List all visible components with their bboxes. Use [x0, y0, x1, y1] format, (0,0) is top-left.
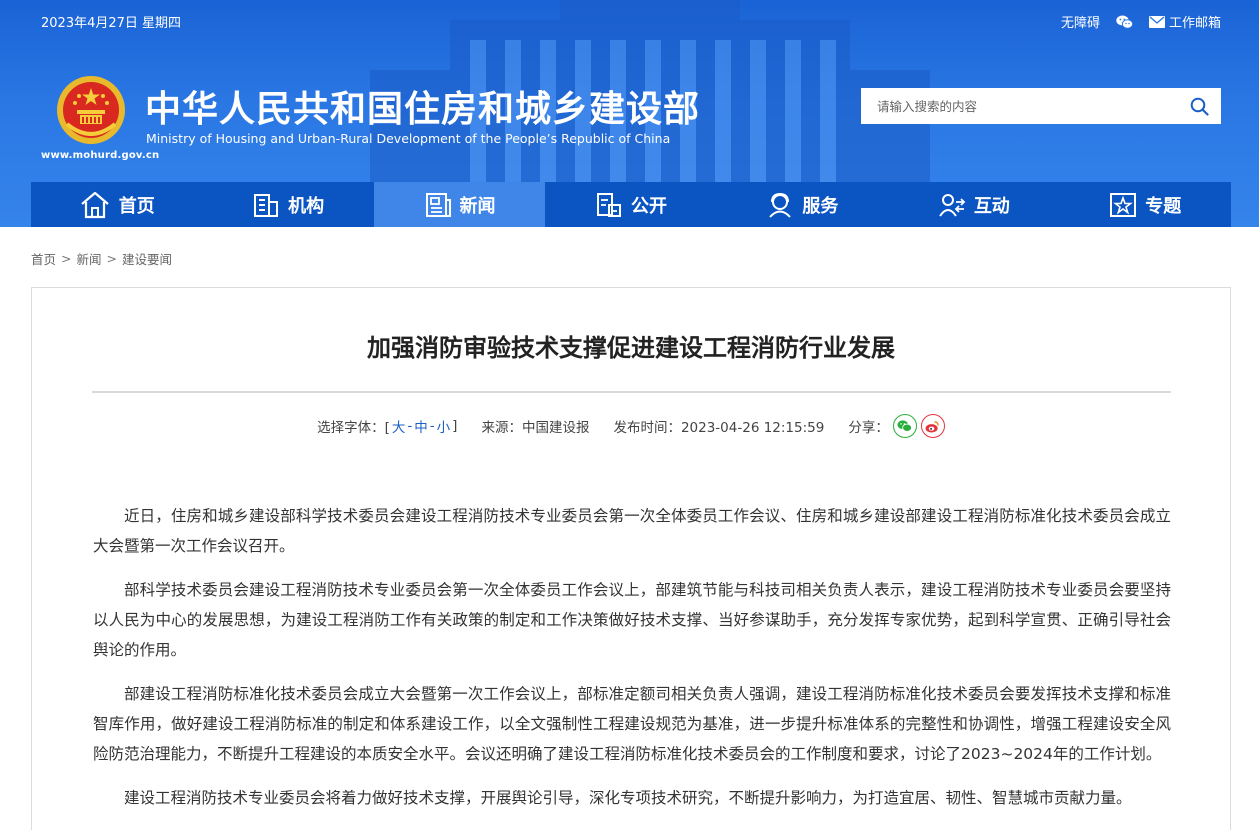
work-mail-label: 工作邮箱 — [1168, 16, 1221, 31]
mail-icon — [1148, 15, 1165, 28]
site-subtitle: Ministry of Housing and Urban-Rural Deve… — [146, 131, 671, 146]
nav-item-service[interactable]: 服务 — [717, 182, 888, 227]
top-links: 无障碍 工作邮箱 — [1045, 12, 1221, 31]
accessibility-label: 无障碍 — [1060, 16, 1100, 31]
wechat-icon — [1116, 15, 1133, 29]
site-url: www.mohurd.gov.cn — [41, 150, 160, 161]
nav-label: 服务 — [802, 195, 839, 217]
font-size-large[interactable]: 大 — [392, 416, 406, 436]
font-size-dash: - — [429, 418, 435, 434]
font-size-dash: - — [407, 418, 413, 434]
breadcrumb-separator: > — [106, 251, 117, 266]
news-icon — [425, 192, 451, 217]
article-meta: 选择字体：[ 大 - 中 - 小 ] 来源：中国建设报 发布时间：2023-04… — [32, 414, 1230, 438]
nav-item-home[interactable]: 首页 — [31, 182, 202, 227]
article-source: 来源：中国建设报 — [481, 420, 590, 436]
national-emblem-logo[interactable] — [55, 74, 127, 146]
breadcrumb-news[interactable]: 新闻 — [77, 249, 102, 268]
weibo-icon — [925, 420, 940, 433]
article-container: 加强消防审验技术支撑促进建设工程消防行业发展 选择字体：[ 大 - 中 - 小 … — [31, 287, 1231, 830]
nav-label: 首页 — [118, 195, 155, 217]
font-size-selector: 选择字体：[ 大 - 中 - 小 ] — [317, 416, 457, 436]
site-title[interactable]: 中华人民共和国住房和城乡建设部 — [145, 80, 700, 132]
title-divider — [92, 391, 1171, 393]
share-group: 分享： — [848, 414, 945, 438]
breadcrumb-separator: > — [61, 251, 72, 266]
building-icon — [254, 193, 279, 217]
article-paragraph: 建设工程消防技术专业委员会将着力做好技术支撑，开展舆论引导，深化专项技术研究，不… — [124, 789, 1132, 807]
font-size-close: ] — [452, 418, 458, 434]
search-icon — [1190, 97, 1209, 116]
interact-icon — [938, 193, 966, 217]
article-paragraph: 部建设工程消防标准化技术委员会成立大会暨第一次工作会议上，部标准定额司相关负责人… — [93, 685, 1171, 763]
nav-label: 公开 — [630, 195, 667, 217]
nav-label: 专题 — [1145, 195, 1182, 217]
accessibility-link[interactable]: 无障碍 — [1061, 12, 1100, 31]
nav-item-disclosure[interactable]: 公开 — [545, 182, 716, 227]
disclosure-icon — [596, 192, 621, 217]
nav-item-topics[interactable]: 专题 — [1060, 182, 1231, 227]
work-mail-link[interactable]: 工作邮箱 — [1148, 12, 1221, 31]
nav-label: 新闻 — [459, 195, 496, 217]
nav-item-news[interactable]: 新闻 — [373, 182, 546, 227]
breadcrumb-construction-news[interactable]: 建设要闻 — [122, 249, 172, 268]
publish-time: 发布时间：2023-04-26 12:15:59 — [613, 420, 825, 436]
share-label: 分享： — [848, 420, 889, 436]
font-size-label: 选择字体：[ — [317, 420, 390, 436]
main-nav: 首页 机构 新闻 公开 服务 互动 专题 — [31, 182, 1231, 227]
breadcrumb: 首页 > 新闻 > 建设要闻 — [31, 249, 172, 268]
service-icon — [769, 192, 792, 218]
current-date: 2023年4月27日 星期四 — [41, 16, 182, 31]
breadcrumb-home[interactable]: 首页 — [31, 249, 56, 268]
font-size-small[interactable]: 小 — [437, 416, 451, 436]
article-title: 加强消防审验技术支撑促进建设工程消防行业发展 — [367, 334, 895, 362]
site-header: 2023年4月27日 星期四 无障碍 工作邮箱 www.mohurd.gov.c… — [0, 0, 1259, 227]
share-wechat-button[interactable] — [892, 414, 917, 438]
search-box — [861, 88, 1221, 124]
topic-icon — [1110, 192, 1137, 217]
wechat-icon — [897, 420, 913, 432]
article-body: 近日，住房和城乡建设部科学技术委员会建设工程消防技术专业委员会第一次全体委员工作… — [93, 501, 1171, 827]
nav-item-interaction[interactable]: 互动 — [888, 182, 1059, 227]
nav-label: 机构 — [288, 195, 325, 217]
font-size-medium[interactable]: 中 — [414, 416, 428, 436]
search-button[interactable] — [1177, 88, 1221, 124]
nav-label: 互动 — [973, 195, 1010, 217]
share-weibo-button[interactable] — [920, 414, 945, 438]
article-paragraph: 近日，住房和城乡建设部科学技术委员会建设工程消防技术专业委员会第一次全体委员工作… — [93, 507, 1171, 555]
home-icon — [80, 191, 109, 218]
wechat-link[interactable] — [1116, 15, 1133, 29]
article-paragraph: 部科学技术委员会建设工程消防技术专业委员会第一次全体委员工作会议上，部建筑节能与… — [93, 581, 1171, 659]
nav-item-organization[interactable]: 机构 — [202, 182, 373, 227]
search-input[interactable] — [861, 89, 1177, 123]
